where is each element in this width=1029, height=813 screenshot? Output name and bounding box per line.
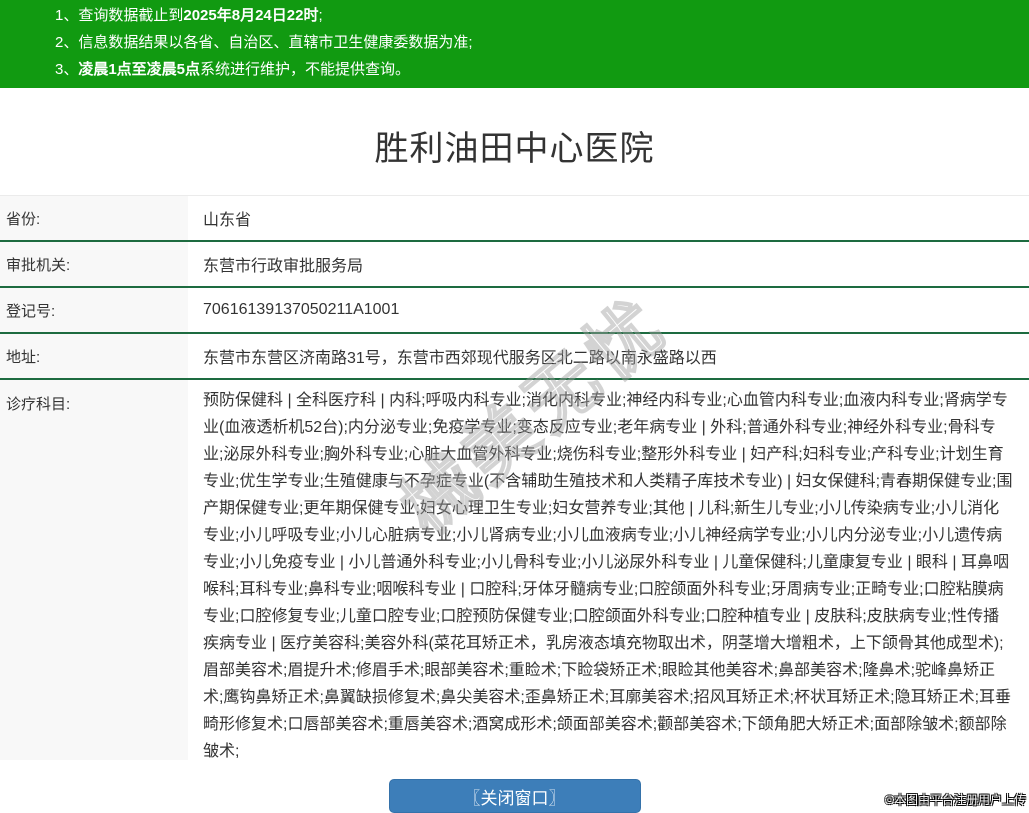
notice-text: 查询数据截止到 [78,7,184,24]
field-value: 山东省 [203,212,252,229]
field-label: 登记号: [0,288,188,332]
field-value: 东营市东营区济南路31号，东营市西郊现代服务区北二路以南永盛路以西 [203,350,717,367]
notice-text-end: ; [318,7,323,24]
table-row-registration-number: 登记号: 70616139137050211A1001 [0,288,1029,334]
notice-line-1: 1、查询数据截止到2025年8月24日22时; [55,7,1009,24]
notice-number: 3、 [55,61,79,78]
field-label: 省份: [0,196,188,240]
table-row-medical-departments: 诊疗科目: 预防保健科 | 全科医疗科 | 内科;呼吸内科专业;消化内科专业;神… [0,380,1029,760]
table-row-approval-authority: 审批机关: 东营市行政审批服务局 [0,242,1029,288]
notice-line-3: 3、凌晨1点至凌晨5点系统进行维护，不能提供查询。 [55,61,1009,78]
notice-bold-text: 2025年8月24日22时 [183,7,319,24]
field-value: 70616139137050211A1001 [203,301,400,318]
close-window-button[interactable]: 〖关闭窗口〗 [388,779,641,813]
table-row-province: 省份: 山东省 [0,196,1029,242]
info-table: 省份: 山东省 审批机关: 东营市行政审批服务局 登记号: 7061613913… [0,195,1029,760]
notice-bold-text: 凌晨1点至凌晨5点 [78,61,201,78]
field-value: 预防保健科 | 全科医疗科 | 内科;呼吸内科专业;消化内科专业;神经内科专业;… [203,392,1013,760]
notice-banner: 1、查询数据截止到2025年8月24日22时; 2、信息数据结果以各省、自治区、… [0,0,1029,88]
field-value: 东营市行政审批服务局 [203,258,364,275]
button-row: 〖关闭窗口〗 [0,779,1029,813]
field-label: 审批机关: [0,242,188,286]
notice-text: 信息数据结果以各省、自治区、直辖市卫生健康委数据为准; [78,34,473,51]
notice-number: 2、 [55,34,79,51]
notice-text-end: 系统进行维护，不能提供查询。 [200,61,411,78]
copyright-note: ©本图由平台注册用户上传 [885,793,1026,807]
notice-line-2: 2、信息数据结果以各省、自治区、直辖市卫生健康委数据为准; [55,34,1009,51]
hospital-title: 胜利油田中心医院 [374,130,655,168]
field-label: 地址: [0,334,188,378]
table-row-address: 地址: 东营市东营区济南路31号，东营市西郊现代服务区北二路以南永盛路以西 [0,334,1029,380]
notice-number: 1、 [55,7,79,24]
field-label: 诊疗科目: [0,380,188,760]
